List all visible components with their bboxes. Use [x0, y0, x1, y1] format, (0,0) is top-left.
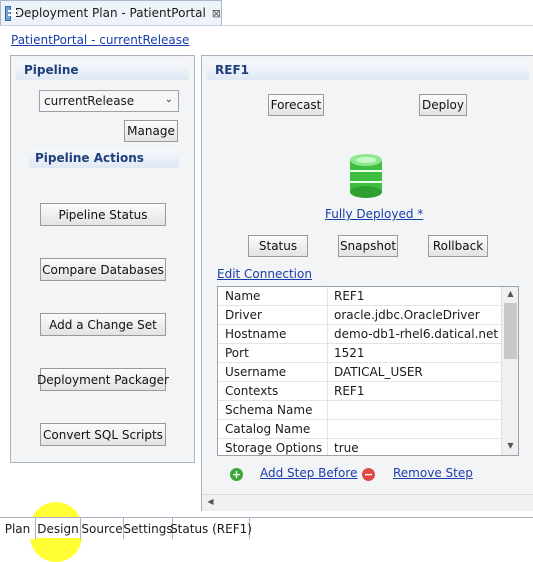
remove-step-link[interactable]: Remove Step	[393, 466, 473, 480]
convert-sql-scripts-button[interactable]: Convert SQL Scripts	[40, 423, 166, 446]
pipeline-actions-header: Pipeline Actions	[29, 149, 179, 168]
property-value[interactable]: REF1	[328, 287, 501, 306]
add-step-before-link[interactable]: Add Step Before	[260, 466, 357, 480]
pipeline-select[interactable]: currentRelease ⌄	[39, 90, 179, 112]
breadcrumb[interactable]: PatientPortal - currentRelease	[11, 33, 189, 47]
deployment-packager-button[interactable]: Deployment Packager	[37, 368, 169, 391]
property-name: Driver	[218, 306, 328, 325]
property-value[interactable]	[328, 420, 501, 439]
property-value[interactable]: demo-db1-rhel6.datical.net	[328, 325, 501, 344]
property-name: Schema Name	[218, 401, 328, 420]
add-icon[interactable]: +	[230, 468, 243, 481]
property-name: Storage Options	[218, 439, 328, 455]
connection-properties-table[interactable]: Name REF1 Driver oracle.jdbc.OracleDrive…	[217, 286, 519, 456]
tab-plan[interactable]: Plan	[0, 518, 36, 539]
horizontal-scrollbar[interactable]: ◀	[202, 494, 533, 511]
table-row[interactable]: Name REF1	[218, 287, 501, 306]
ref-header: REF1	[207, 61, 529, 80]
tab-settings[interactable]: Settings	[123, 518, 173, 539]
property-name: Catalog Name	[218, 420, 328, 439]
property-value[interactable]	[328, 401, 501, 420]
forecast-button[interactable]: Forecast	[268, 94, 324, 116]
compare-databases-button[interactable]: Compare Databases	[40, 258, 166, 281]
tab-source[interactable]: Source	[81, 518, 124, 539]
add-change-set-button[interactable]: Add a Change Set	[40, 313, 166, 336]
property-value[interactable]: REF1	[328, 382, 501, 401]
property-value[interactable]: oracle.jdbc.OracleDriver	[328, 306, 501, 325]
remove-icon[interactable]: −	[362, 468, 375, 481]
deployment-plan-icon	[5, 5, 17, 21]
property-value[interactable]: 1521	[328, 344, 501, 363]
property-value[interactable]: DATICAL_USER	[328, 363, 501, 382]
deploy-status-link[interactable]: Fully Deployed *	[325, 207, 423, 221]
pipeline-select-value: currentRelease	[44, 94, 135, 108]
property-name: Name	[218, 287, 328, 306]
table-row[interactable]: Username DATICAL_USER	[218, 363, 501, 382]
property-name: Port	[218, 344, 328, 363]
table-row[interactable]: Hostname demo-db1-rhel6.datical.net	[218, 325, 501, 344]
scrollbar-thumb[interactable]	[504, 303, 517, 359]
pipeline-header: Pipeline	[16, 61, 189, 80]
pipeline-status-button[interactable]: Pipeline Status	[40, 203, 166, 226]
pipeline-panel: Pipeline currentRelease ⌄ Manage Pipelin…	[10, 55, 195, 463]
editor-tab-strip: Deployment Plan - PatientPortal ⊠	[0, 0, 533, 26]
scroll-down-icon[interactable]: ▼	[502, 441, 518, 450]
status-button[interactable]: Status	[248, 235, 308, 257]
editor-tab[interactable]: Deployment Plan - PatientPortal ⊠	[0, 0, 222, 25]
table-row[interactable]: Storage Options true	[218, 439, 501, 455]
table-row[interactable]: Contexts REF1	[218, 382, 501, 401]
property-name: Contexts	[218, 382, 328, 401]
bottom-tab-bar: Plan Design Source Settings Status (REF1…	[0, 517, 533, 539]
editor-tab-title: Deployment Plan - PatientPortal	[14, 6, 206, 20]
edit-connection-link[interactable]: Edit Connection	[217, 267, 312, 281]
close-icon[interactable]: ⊠	[212, 7, 221, 20]
property-value[interactable]: true	[328, 439, 501, 455]
chevron-down-icon: ⌄	[164, 94, 173, 105]
property-name: Username	[218, 363, 328, 382]
table-row[interactable]: Port 1521	[218, 344, 501, 363]
scroll-up-icon[interactable]: ▲	[502, 289, 518, 298]
tab-design[interactable]: Design	[36, 518, 81, 539]
deploy-button[interactable]: Deploy	[419, 94, 467, 116]
table-row[interactable]: Catalog Name	[218, 420, 501, 439]
manage-button[interactable]: Manage	[124, 120, 178, 142]
rollback-button[interactable]: Rollback	[428, 235, 488, 257]
table-row[interactable]: Schema Name	[218, 401, 501, 420]
database-icon	[350, 154, 382, 198]
scroll-left-icon[interactable]: ◀	[202, 497, 219, 506]
snapshot-button[interactable]: Snapshot	[338, 235, 398, 257]
property-name: Hostname	[218, 325, 328, 344]
tab-status[interactable]: Status (REF1)	[170, 518, 252, 539]
table-row[interactable]: Driver oracle.jdbc.OracleDriver	[218, 306, 501, 325]
table-vertical-scrollbar[interactable]: ▲ ▼	[501, 287, 518, 455]
